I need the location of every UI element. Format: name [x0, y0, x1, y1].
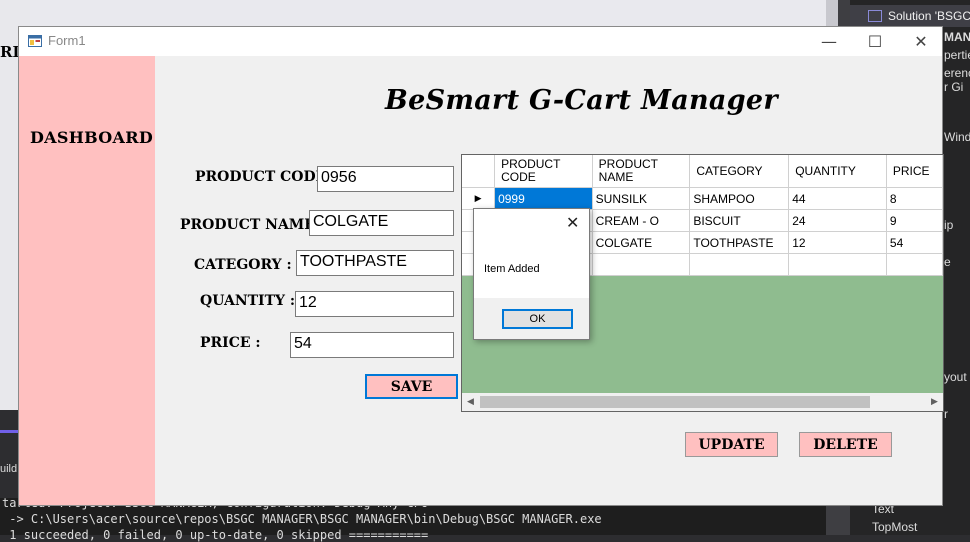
property-name[interactable]: TopMost — [872, 520, 917, 534]
column-header[interactable]: PRODUCT NAME — [592, 155, 691, 188]
ide-fragment: Wind — [944, 130, 970, 144]
table-cell[interactable]: 9 — [886, 209, 943, 232]
delete-button[interactable]: DELETE — [799, 432, 892, 457]
scroll-thumb[interactable] — [480, 396, 870, 408]
column-header-line: PRODUCT — [598, 157, 658, 171]
category-label: CATEGORY : — [194, 257, 292, 273]
table-cell[interactable]: CREAM - O — [592, 209, 691, 232]
ok-button[interactable]: OK — [502, 309, 573, 329]
ide-build-tab[interactable]: uild — [0, 463, 17, 475]
ide-output-scrollbar[interactable] — [826, 505, 850, 535]
message-text: Item Added — [484, 263, 540, 275]
message-footer: OK — [474, 298, 589, 339]
column-header[interactable]: PRICE — [886, 155, 943, 188]
close-icon[interactable]: ✕ — [566, 213, 579, 232]
column-header[interactable]: CATEGORY — [689, 155, 790, 188]
ide-fragment: pertie — [944, 48, 970, 62]
table-cell[interactable] — [788, 253, 887, 276]
ide-solution-label[interactable]: Solution 'BSGC — [888, 9, 970, 23]
title-bar[interactable]: Form1 — ☐ ✕ — [19, 27, 942, 56]
price-input[interactable]: 54 — [290, 332, 454, 358]
table-cell[interactable]: 12 — [788, 231, 887, 254]
table-cell[interactable] — [886, 253, 943, 276]
column-header-line: PRICE — [892, 163, 930, 178]
sidebar: DASHBOARD — [19, 56, 155, 505]
column-header[interactable]: PRODUCT CODE — [494, 155, 593, 188]
table-cell[interactable]: 24 — [788, 209, 887, 232]
form-app-icon — [28, 35, 42, 47]
solution-icon — [868, 10, 882, 22]
ide-tab-accent — [0, 430, 18, 433]
column-header[interactable]: QUANTITY — [788, 155, 887, 188]
close-button[interactable]: ✕ — [898, 27, 944, 56]
ide-fragment: ip — [944, 218, 954, 232]
ide-scrollbar[interactable] — [826, 0, 838, 26]
scroll-left-icon[interactable]: ◀ — [462, 393, 479, 411]
table-row[interactable]: ▶ 0999 SUNSILK SHAMPOO 44 8 — [462, 187, 943, 210]
ide-fragment: erence — [944, 66, 970, 80]
ide-left-fragment: RI — [0, 43, 20, 61]
column-header-line: PRODUCT — [501, 157, 561, 171]
table-cell[interactable]: 0999 — [494, 187, 593, 210]
dashboard-link[interactable]: DASHBOARD — [30, 128, 153, 147]
column-header-line: CATEGORY — [696, 163, 763, 178]
update-button[interactable]: UPDATE — [685, 432, 778, 457]
table-cell[interactable]: BISCUIT — [689, 209, 790, 232]
page-title: BeSmart G-Cart Manager — [385, 85, 778, 116]
quantity-input[interactable]: 12 — [295, 291, 454, 317]
message-box: ✕ Item Added OK — [473, 208, 590, 340]
table-cell[interactable]: TOOTHPASTE — [689, 231, 790, 254]
table-cell[interactable] — [592, 253, 691, 276]
scroll-right-icon[interactable]: ▶ — [926, 393, 943, 411]
horizontal-scrollbar[interactable]: ◀ ▶ — [462, 393, 943, 411]
table-cell[interactable]: SUNSILK — [592, 187, 691, 210]
product-name-input[interactable]: COLGATE — [309, 210, 454, 236]
ide-fragment: yout — [944, 370, 967, 384]
column-header-line: NAME — [598, 170, 634, 184]
row-header[interactable]: ▶ — [462, 187, 496, 210]
table-cell[interactable]: 44 — [788, 187, 887, 210]
save-button[interactable]: SAVE — [365, 374, 458, 399]
category-input[interactable]: TOOTHPASTE — [296, 250, 454, 276]
output-line: -> C:\Users\acer\source\repos\BSGC MANAG… — [2, 512, 602, 526]
column-header-line: CODE — [501, 170, 536, 184]
product-name-label: PRODUCT NAME : — [180, 217, 326, 233]
price-label: PRICE : — [200, 335, 261, 351]
ide-fragment: MANA — [944, 30, 970, 44]
table-cell[interactable] — [689, 253, 790, 276]
table-cell[interactable]: 8 — [886, 187, 943, 210]
ide-editor-area — [30, 0, 830, 26]
form-window: Form1 — ☐ ✕ DASHBOARD BeSmart G-Cart Man… — [18, 26, 944, 506]
column-header-line: QUANTITY — [795, 163, 856, 178]
product-code-label: PRODUCT CODE : — [195, 169, 337, 185]
quantity-label: QUANTITY : — [200, 293, 296, 309]
table-cell[interactable]: 54 — [886, 231, 943, 254]
table-cell[interactable]: SHAMPOO — [689, 187, 790, 210]
output-line: 1 succeeded, 0 failed, 0 up-to-date, 0 s… — [2, 528, 429, 542]
maximize-button[interactable]: ☐ — [852, 27, 898, 56]
ide-fragment: r — [944, 407, 948, 421]
minimize-button[interactable]: — — [806, 27, 852, 56]
ide-fragment: e — [944, 255, 951, 269]
table-cell[interactable]: COLGATE — [592, 231, 691, 254]
grid-corner-header — [462, 155, 496, 188]
ide-fragment: r Gi — [944, 80, 964, 94]
product-code-input[interactable]: 0956 — [317, 166, 454, 192]
window-title: Form1 — [48, 33, 86, 48]
